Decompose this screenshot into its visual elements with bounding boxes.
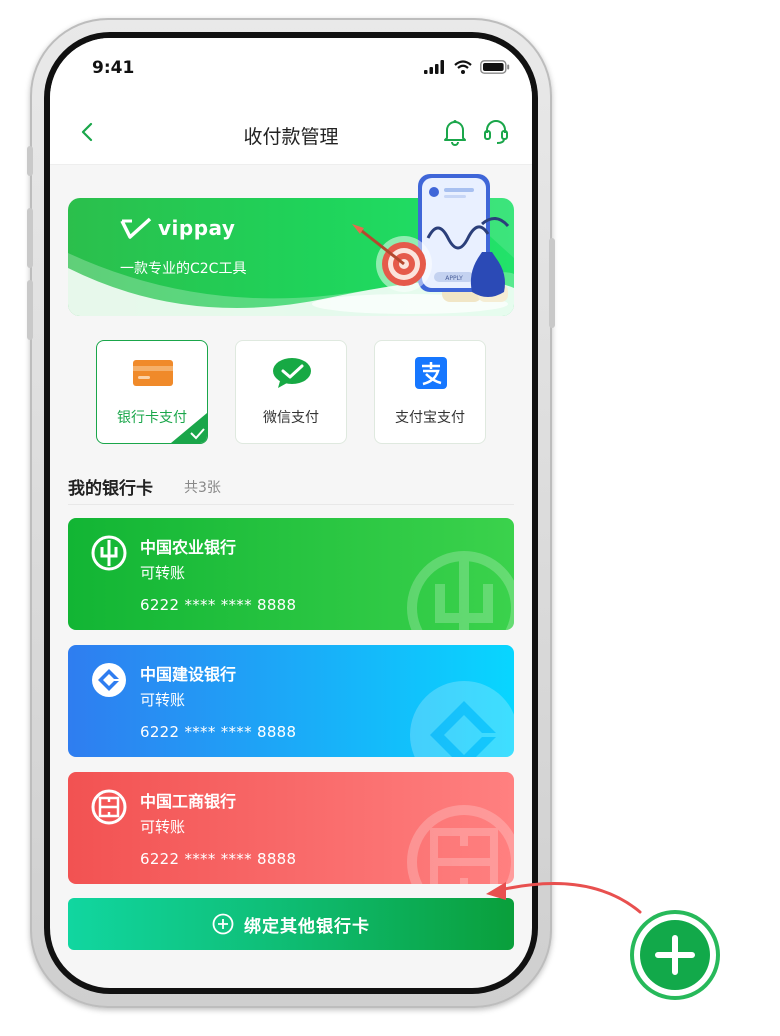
phone-bezel: 9:41 收付款管理 vippay 一款专业的C2C工具 APPLY 银行卡支付… (44, 32, 538, 994)
bank-card-abc[interactable]: 中国农业银行 可转账 6222 **** **** 8888 (68, 518, 514, 630)
icbc-bank-logo-icon (91, 789, 127, 825)
mute-switch (27, 146, 33, 176)
banner-subtitle: 一款专业的C2C工具 (120, 261, 247, 277)
nav-bar: 收付款管理 (50, 102, 532, 165)
add-bank-card-label: 绑定其他银行卡 (244, 916, 370, 937)
card-number: 6222 **** **** 8888 (140, 596, 297, 614)
card-number: 6222 **** **** 8888 (140, 723, 297, 741)
card-number: 6222 **** **** 8888 (140, 850, 297, 868)
customer-service-icon[interactable] (482, 118, 510, 146)
bank-card-ccb[interactable]: 中国建设银行 可转账 6222 **** **** 8888 (68, 645, 514, 757)
pay-method-label: 微信支付 (263, 410, 319, 426)
ccb-bank-watermark-icon (410, 681, 514, 757)
status-time: 9:41 (92, 58, 135, 78)
pay-method-bank-card[interactable]: 银行卡支付 (96, 340, 208, 444)
screen: 9:41 收付款管理 vippay 一款专业的C2C工具 APPLY 银行卡支付… (50, 38, 532, 988)
floating-add-button[interactable] (630, 910, 720, 1000)
battery-icon (480, 60, 510, 74)
floating-add-button-inner (640, 920, 710, 990)
bank-name: 中国工商银行 (140, 792, 237, 811)
abc-bank-watermark-icon (407, 551, 514, 630)
banner-apply-text: APPLY (445, 275, 463, 282)
wechat-icon (273, 358, 311, 388)
pay-method-alipay[interactable]: 支付宝支付 (374, 340, 486, 444)
bank-name: 中国建设银行 (140, 665, 237, 684)
bank-card-icbc[interactable]: 中国工商银行 可转账 6222 **** **** 8888 (68, 772, 514, 884)
annotation-arrow-icon (486, 882, 642, 914)
pay-method-wechat[interactable]: 微信支付 (235, 340, 347, 444)
status-bar: 9:41 (50, 38, 532, 102)
status-icons (424, 60, 510, 74)
alipay-icon (415, 357, 447, 389)
section-divider (68, 504, 514, 505)
vippay-logo-text: vippay (158, 216, 236, 240)
banner-illustration: APPLY (312, 174, 510, 314)
bank-card-icon (133, 360, 173, 386)
add-circle-icon (212, 913, 234, 935)
bell-icon[interactable] (442, 118, 468, 146)
ccb-bank-logo-icon (92, 663, 126, 697)
card-type: 可转账 (140, 564, 186, 582)
selected-check-icon (171, 413, 207, 443)
power-button (549, 238, 555, 328)
section-title: 我的银行卡 (68, 479, 153, 499)
abc-bank-logo-icon (91, 535, 127, 571)
add-bank-card-button[interactable]: 绑定其他银行卡 (68, 898, 514, 950)
volume-up-button (27, 208, 33, 268)
card-count: 共3张 (184, 480, 221, 496)
signal-icon (424, 60, 444, 74)
volume-down-button (27, 280, 33, 340)
card-type: 可转账 (140, 818, 186, 836)
promo-banner[interactable]: vippay 一款专业的C2C工具 APPLY (68, 174, 514, 316)
bank-name: 中国农业银行 (140, 538, 237, 557)
card-type: 可转账 (140, 691, 186, 709)
pay-method-label: 支付宝支付 (395, 410, 465, 426)
wifi-icon (454, 60, 472, 74)
vippay-logo: vippay (120, 216, 235, 240)
plus-icon (655, 935, 695, 975)
vippay-logo-icon (120, 217, 152, 239)
phone-frame: 9:41 收付款管理 vippay 一款专业的C2C工具 APPLY 银行卡支付… (27, 18, 555, 1008)
